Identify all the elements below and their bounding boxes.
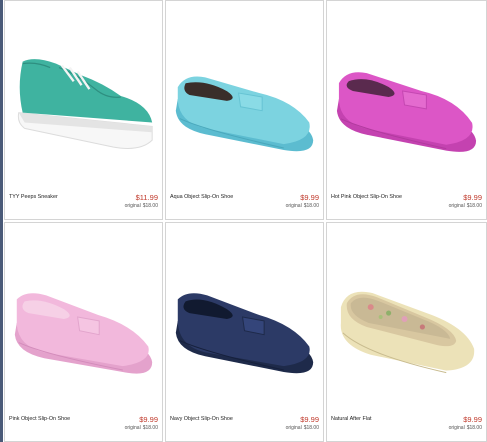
original-price-value: $18.00	[466, 425, 482, 431]
original-price-label: original	[285, 203, 302, 209]
product-card[interactable]: Pink Object Slip-On Shoe $9.99 original $…	[4, 222, 163, 442]
product-image-aqua-slip-on[interactable]	[166, 1, 323, 191]
product-card[interactable]: Natural After Flat $9.99 original $18.00	[326, 222, 487, 442]
original-price-value: $18.00	[303, 425, 319, 431]
original-price: original $18.00	[286, 425, 319, 431]
product-grid: TYY Peeps Sneaker $11.99 original $18.00 …	[4, 0, 487, 442]
original-price-value: $18.00	[303, 203, 319, 209]
product-card[interactable]: Navy Object Slip-On Shoe $9.99 original $…	[165, 222, 324, 442]
sale-price: $9.99	[300, 415, 319, 424]
product-name[interactable]: TYY Peeps Sneaker	[9, 194, 58, 200]
original-price: original $18.00	[286, 203, 319, 209]
product-image-navy-slip-on[interactable]	[166, 223, 323, 413]
sale-price: $9.99	[139, 415, 158, 424]
sale-price: $9.99	[463, 415, 482, 424]
original-price: original $18.00	[125, 203, 158, 209]
product-card[interactable]: TYY Peeps Sneaker $11.99 original $18.00	[4, 0, 163, 220]
sale-price: $11.99	[135, 193, 158, 202]
original-price: original $18.00	[449, 203, 482, 209]
product-image-pink-slip-on[interactable]	[5, 223, 162, 413]
original-price-label: original	[124, 425, 141, 431]
product-name[interactable]: Pink Object Slip-On Shoe	[9, 416, 70, 422]
original-price-value: $18.00	[142, 203, 158, 209]
original-price-label: original	[448, 203, 465, 209]
original-price: original $18.00	[125, 425, 158, 431]
product-name[interactable]: Navy Object Slip-On Shoe	[170, 416, 233, 422]
product-image-natural-flat[interactable]	[327, 223, 486, 413]
original-price: original $18.00	[449, 425, 482, 431]
product-image-hot-pink-slip-on[interactable]	[327, 1, 486, 191]
original-price-value: $18.00	[142, 425, 158, 431]
original-price-label: original	[285, 425, 302, 431]
product-name[interactable]: Aqua Object Slip-On Shoe	[170, 194, 233, 200]
original-price-label: original	[448, 425, 465, 431]
product-card[interactable]: Aqua Object Slip-On Shoe $9.99 original $…	[165, 0, 324, 220]
product-card[interactable]: Hot Pink Object Slip-On Shoe $9.99 origi…	[326, 0, 487, 220]
product-image-teal-sneaker[interactable]	[5, 1, 162, 191]
original-price-label: original	[124, 203, 141, 209]
sale-price: $9.99	[463, 193, 482, 202]
product-name[interactable]: Natural After Flat	[331, 416, 371, 422]
window-frame-edge	[0, 0, 3, 442]
product-name[interactable]: Hot Pink Object Slip-On Shoe	[331, 194, 402, 200]
sale-price: $9.99	[300, 193, 319, 202]
original-price-value: $18.00	[466, 203, 482, 209]
